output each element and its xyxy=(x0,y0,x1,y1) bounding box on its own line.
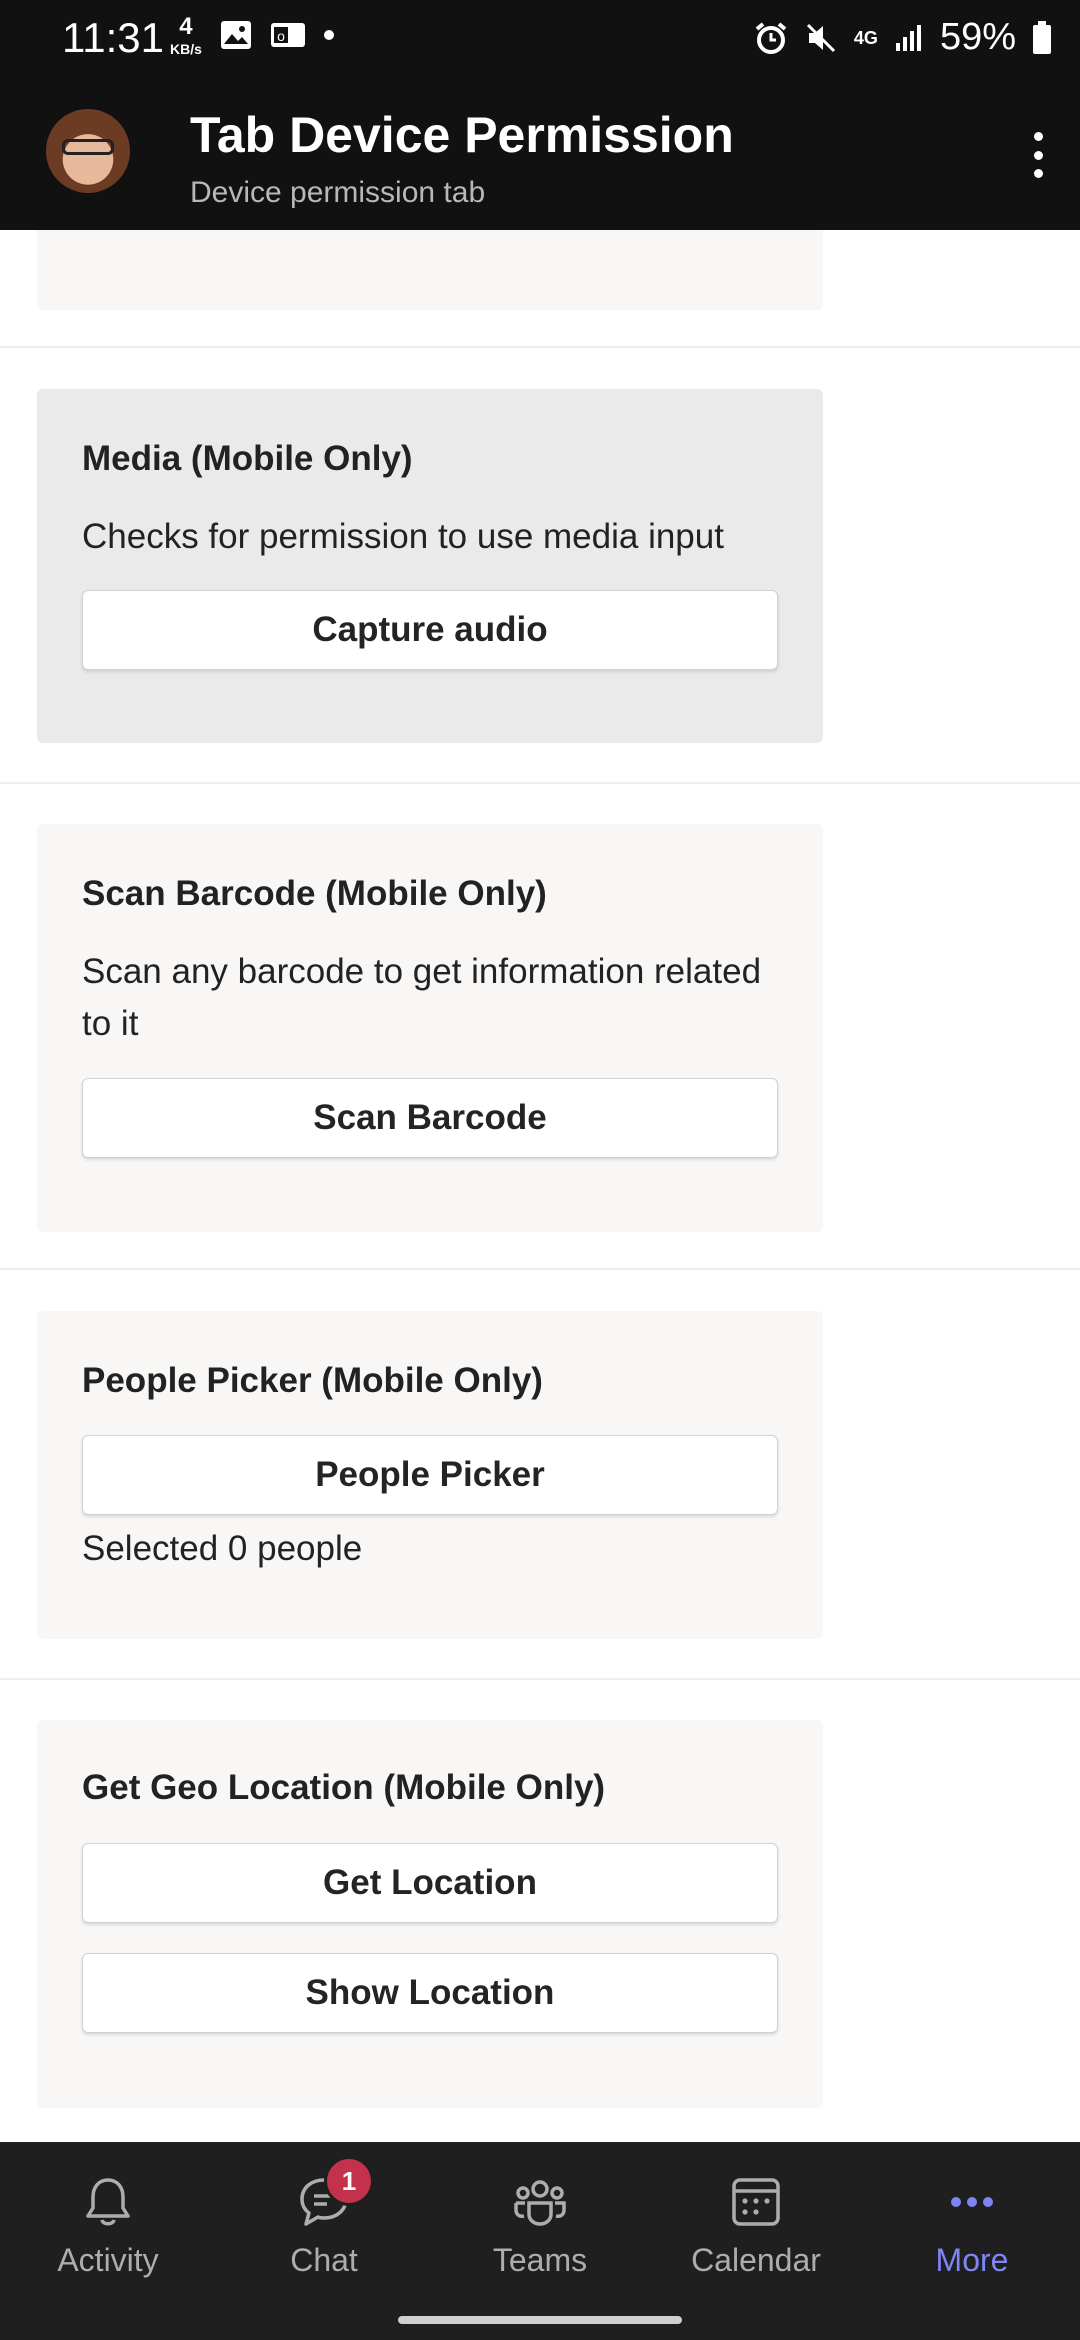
battery-percent: 59% xyxy=(939,16,1016,58)
bell-icon xyxy=(86,2178,130,2226)
page-title: Tab Device Permission xyxy=(190,107,734,163)
card-previous xyxy=(37,230,823,310)
section-geo-location: Get Geo Location (Mobile Only) Get Locat… xyxy=(0,1678,1080,2142)
nav-chat-label: Chat xyxy=(290,2242,358,2278)
people-picker-title: People Picker (Mobile Only) xyxy=(82,1361,543,1400)
mute-icon xyxy=(806,23,835,52)
get-location-button[interactable]: Get Location xyxy=(82,1843,778,1923)
nav-calendar-label: Calendar xyxy=(691,2242,821,2278)
geo-location-title: Get Geo Location (Mobile Only) xyxy=(82,1768,606,1807)
people-picker-button[interactable]: People Picker xyxy=(82,1435,778,1515)
network-type-label: 4G xyxy=(853,27,878,48)
home-indicator[interactable] xyxy=(398,2316,682,2324)
nav-more-label: More xyxy=(935,2242,1009,2278)
more-notifications-dot xyxy=(324,30,334,40)
app-header: Tab Device Permission Device permission … xyxy=(0,82,1080,230)
card-people-picker: People Picker (Mobile Only) People Picke… xyxy=(37,1311,823,1639)
scan-barcode-button[interactable]: Scan Barcode xyxy=(82,1078,778,1158)
alarm-icon xyxy=(755,21,787,54)
signal-icon xyxy=(895,24,921,51)
section-people-picker: People Picker (Mobile Only) People Picke… xyxy=(0,1268,1080,1680)
svg-text:o: o xyxy=(277,28,285,44)
nav-more[interactable]: More xyxy=(864,2172,1080,2292)
network-speed-value: 4 xyxy=(179,13,193,40)
battery-icon xyxy=(1033,20,1051,54)
barcode-title: Scan Barcode (Mobile Only) xyxy=(82,874,547,913)
nav-activity-label: Activity xyxy=(57,2242,159,2278)
chat-unread-badge: 1 xyxy=(324,2156,374,2206)
nav-calendar[interactable]: Calendar xyxy=(648,2172,864,2292)
status-time: 11:31 xyxy=(62,14,164,61)
selected-people-count: Selected 0 people xyxy=(82,1529,363,1568)
media-description: Checks for permission to use media input xyxy=(82,517,724,556)
nav-activity[interactable]: Activity xyxy=(0,2172,216,2292)
network-speed-unit: KB/s xyxy=(170,41,202,57)
capture-audio-button[interactable]: Capture audio xyxy=(82,590,778,670)
media-title: Media (Mobile Only) xyxy=(82,439,413,478)
chat-icon-wrap: 1 xyxy=(294,2156,374,2232)
nav-teams-label: Teams xyxy=(492,2242,588,2278)
outlook-icon: o xyxy=(271,23,305,47)
calendar-icon xyxy=(732,2178,780,2226)
section-media: Media (Mobile Only) Checks for permissio… xyxy=(0,348,1080,784)
barcode-description: Scan any barcode to get information rela… xyxy=(82,952,762,1043)
status-bar: 11:31 4 KB/s o 4G 59% xyxy=(0,0,1080,82)
more-options-icon[interactable] xyxy=(1032,132,1044,178)
system-icons: 4G 59% xyxy=(754,16,1052,59)
card-media: Media (Mobile Only) Checks for permissio… xyxy=(37,389,823,743)
avatar[interactable] xyxy=(46,109,130,193)
nav-chat[interactable]: 1 Chat xyxy=(216,2156,432,2292)
card-barcode: Scan Barcode (Mobile Only) Scan any barc… xyxy=(37,824,823,1232)
more-icon xyxy=(951,2197,993,2207)
nav-teams[interactable]: Teams xyxy=(432,2172,648,2292)
page-subtitle: Device permission tab xyxy=(190,176,486,209)
show-location-button[interactable]: Show Location xyxy=(82,1953,778,2033)
main-content[interactable]: Media (Mobile Only) Checks for permissio… xyxy=(0,230,1080,2142)
image-icon xyxy=(221,21,251,49)
network-speed: 4 KB/s xyxy=(170,13,202,60)
card-geo-location: Get Geo Location (Mobile Only) Get Locat… xyxy=(37,1720,823,2108)
bottom-nav: Activity 1 Chat Teams Calendar More xyxy=(0,2142,1080,2340)
section-barcode: Scan Barcode (Mobile Only) Scan any barc… xyxy=(0,782,1080,1270)
notification-icons: o xyxy=(220,20,334,50)
teams-icon xyxy=(514,2180,566,2226)
section-previous xyxy=(0,230,1080,348)
network-type: 4G xyxy=(854,29,878,47)
